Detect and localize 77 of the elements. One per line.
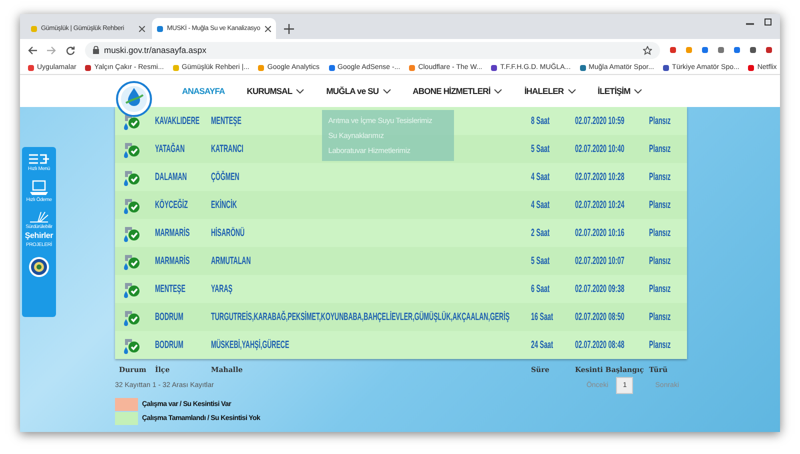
table-cell: 02.07.2020 10:28 — [575, 171, 624, 183]
table-cell: Plansız — [649, 143, 671, 155]
menu-exit-icon — [28, 153, 50, 165]
table-cell: EKİNCİK — [211, 199, 237, 211]
nav-item[interactable]: KURUMSAL — [246, 86, 304, 96]
table-cell: YARAŞ — [211, 283, 232, 295]
table-cell: Plansız — [649, 199, 671, 211]
extension-icon[interactable] — [750, 47, 756, 53]
table-cell: ÇÖĞMEN — [211, 171, 240, 183]
chevron-down-icon — [382, 88, 391, 94]
table-cell: 24 Saat — [531, 339, 554, 351]
table-cell: KÖYCEĞİZ — [155, 199, 188, 211]
table-cell: 02.07.2020 10:24 — [575, 199, 624, 211]
rays-icon — [28, 211, 49, 223]
extension-icon[interactable] — [766, 47, 772, 53]
table-cell: MARMARİS — [155, 255, 190, 267]
table-cell: 02.07.2020 09:38 — [575, 283, 624, 295]
table-cell: 02.07.2020 10:40 — [575, 143, 624, 155]
table-cell: MÜSKEBİ,YAHŞİ,GÜRECE — [211, 339, 290, 351]
address-bar[interactable]: muski.gov.tr/anasayfa.aspx — [85, 42, 660, 58]
table-cell: 02.07.2020 10:16 — [575, 227, 624, 239]
favicon-icon — [31, 26, 37, 32]
table-cell: Plansız — [649, 171, 671, 183]
table-cell: 2 Saat — [531, 227, 550, 239]
maximize-icon[interactable] — [764, 18, 772, 26]
nav-item[interactable]: ANASAYFA — [182, 86, 225, 96]
nav-item[interactable]: MUĞLA ve SU — [326, 86, 391, 96]
table-cell: DALAMAN — [155, 171, 187, 183]
table-cell: Plansız — [649, 255, 671, 267]
table-cell: Plansız — [649, 339, 671, 351]
lock-icon — [93, 46, 99, 54]
table-cell: Plansız — [649, 283, 671, 295]
chevron-down-icon — [494, 88, 502, 94]
chevron-down-icon — [568, 88, 576, 94]
chevron-down-icon — [296, 88, 304, 94]
extension-icon[interactable] — [718, 47, 724, 53]
favicon-icon — [157, 26, 163, 32]
chevron-down-icon — [634, 88, 642, 94]
close-icon[interactable] — [265, 26, 271, 32]
table-cell: BODRUM — [155, 311, 184, 323]
close-icon[interactable] — [139, 26, 145, 32]
extension-icon[interactable] — [702, 47, 708, 53]
nav-item[interactable]: İLETİŞİM — [598, 86, 642, 96]
table-cell: TURGUTREİS,KARABAĞ,PEKSİMET,KOYUNBABA,BAHÇELİEVLER,GÜMÜŞLÜK,AKÇAALAN,GERİŞ — [211, 311, 510, 323]
table-cell: KAVAKLIDERE — [155, 115, 200, 127]
table-cell: 02.07.2020 10:07 — [575, 255, 624, 267]
table-cell: 6 Saat — [531, 283, 550, 295]
table-cell: 4 Saat — [531, 199, 550, 211]
nav-item[interactable]: ABONE HİZMETLERİ — [412, 86, 502, 96]
nav-item[interactable]: İHALELER — [524, 86, 576, 96]
table-cell: KATRANCI — [211, 143, 244, 155]
table-cell: MARMARİS — [155, 227, 190, 239]
table-cell: ARMUTALAN — [211, 255, 251, 267]
table-cell: 5 Saat — [531, 255, 550, 267]
extension-icon[interactable] — [734, 47, 740, 53]
table-cell: Plansız — [649, 115, 671, 127]
star-icon[interactable] — [643, 46, 652, 54]
table-cell: 4 Saat — [531, 171, 550, 183]
new-tab-icon[interactable] — [284, 24, 294, 34]
table-cell: 8 Saat — [531, 115, 550, 127]
table-cell: 16 Saat — [531, 311, 554, 323]
reload-icon[interactable] — [66, 46, 75, 54]
laptop-icon — [29, 180, 49, 196]
table-cell: MENTEŞE — [211, 115, 242, 127]
table-cell: Plansız — [649, 311, 671, 323]
table-cell: Plansız — [649, 227, 671, 239]
table-cell: 02.07.2020 08:48 — [575, 339, 624, 351]
table-cell: HİSARÖNÜ — [211, 227, 245, 239]
table-cell: 02.07.2020 10:59 — [575, 115, 624, 127]
table-cell: 5 Saat — [531, 143, 550, 155]
back-icon[interactable] — [28, 46, 37, 54]
table-cell: BODRUM — [155, 339, 184, 351]
seal-icon[interactable] — [28, 256, 50, 278]
extension-icon[interactable] — [670, 47, 676, 53]
table-cell: MENTEŞE — [155, 283, 186, 295]
table-cell: YATAĞAN — [155, 143, 185, 155]
table-cell: 02.07.2020 08:50 — [575, 311, 624, 323]
